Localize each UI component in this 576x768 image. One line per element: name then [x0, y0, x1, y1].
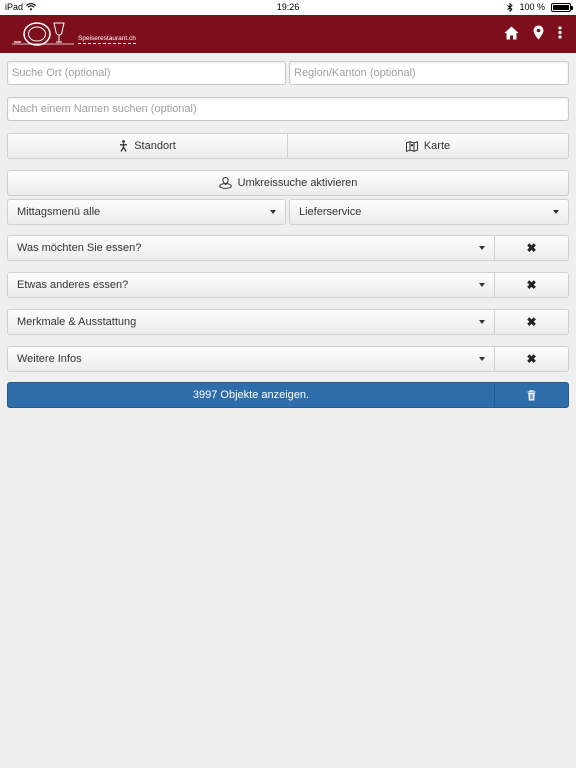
radius-search-button[interactable]: Umkreissuche aktivieren — [7, 170, 569, 196]
chevron-down-icon — [479, 283, 485, 287]
karte-label: Karte — [423, 140, 451, 152]
close-icon: ✖ — [526, 352, 537, 366]
radius-pin-icon — [218, 177, 232, 189]
filter-infos-clear-button[interactable]: ✖ — [495, 346, 569, 372]
filter-label: Was möchten Sie essen? — [17, 242, 142, 254]
more-vertical-icon[interactable] — [558, 26, 562, 39]
home-icon[interactable] — [504, 26, 519, 40]
filter-infos-select[interactable]: Weitere Infos — [7, 346, 495, 372]
mittagsmenu-select[interactable]: Mittagsmenü alle — [7, 199, 286, 225]
mittagsmenu-value: Mittagsmenü alle — [17, 206, 101, 218]
chevron-down-icon — [270, 210, 276, 214]
name-search-input[interactable] — [7, 97, 569, 121]
region-search-input[interactable] — [289, 61, 569, 85]
filter-label: Etwas anderes essen? — [17, 279, 129, 291]
status-time: 19:26 — [276, 2, 300, 12]
filter-essen-clear-button[interactable]: ✖ — [495, 235, 569, 261]
app-header: Speiserestaurant.ch — [0, 15, 576, 53]
close-icon: ✖ — [526, 278, 537, 292]
chevron-down-icon — [479, 246, 485, 250]
location-pin-icon[interactable] — [533, 25, 544, 40]
close-icon: ✖ — [526, 315, 537, 329]
logo[interactable]: Speiserestaurant.ch — [12, 20, 136, 48]
filter-merkmale-clear-button[interactable]: ✖ — [495, 309, 569, 335]
clear-all-button[interactable] — [494, 382, 569, 408]
filter-label: Merkmale & Ausstattung — [17, 316, 137, 328]
logo-text: Speiserestaurant.ch — [78, 35, 136, 44]
filter-essen-select[interactable]: Was möchten Sie essen? — [7, 235, 495, 261]
person-walking-icon — [120, 140, 128, 152]
trash-icon — [527, 389, 536, 400]
close-icon: ✖ — [526, 241, 537, 255]
chevron-down-icon — [479, 357, 485, 361]
show-results-button[interactable]: 3997 Objekte anzeigen. — [7, 382, 495, 408]
filter-anderes-select[interactable]: Etwas anderes essen? — [7, 272, 495, 298]
location-search-input[interactable] — [7, 61, 286, 85]
plate-logo-icon — [12, 22, 74, 46]
radius-search-label: Umkreissuche aktivieren — [237, 177, 358, 189]
bluetooth-icon — [507, 2, 514, 12]
filter-anderes-clear-button[interactable]: ✖ — [495, 272, 569, 298]
karte-button[interactable]: Karte — [288, 133, 569, 159]
map-icon — [405, 140, 418, 152]
filter-label: Weitere Infos — [17, 353, 82, 365]
battery-icon — [551, 2, 573, 12]
chevron-down-icon — [553, 210, 559, 214]
lieferservice-select[interactable]: Lieferservice — [289, 199, 569, 225]
status-bar: iPad 19:26 100 % — [0, 0, 576, 15]
standort-button[interactable]: Standort — [7, 133, 288, 159]
lieferservice-value: Lieferservice — [299, 206, 362, 218]
results-label: 3997 Objekte anzeigen. — [192, 389, 310, 401]
standort-label: Standort — [134, 140, 176, 152]
battery-label: 100 % — [519, 2, 545, 12]
filter-merkmale-select[interactable]: Merkmale & Ausstattung — [7, 309, 495, 335]
chevron-down-icon — [479, 320, 485, 324]
